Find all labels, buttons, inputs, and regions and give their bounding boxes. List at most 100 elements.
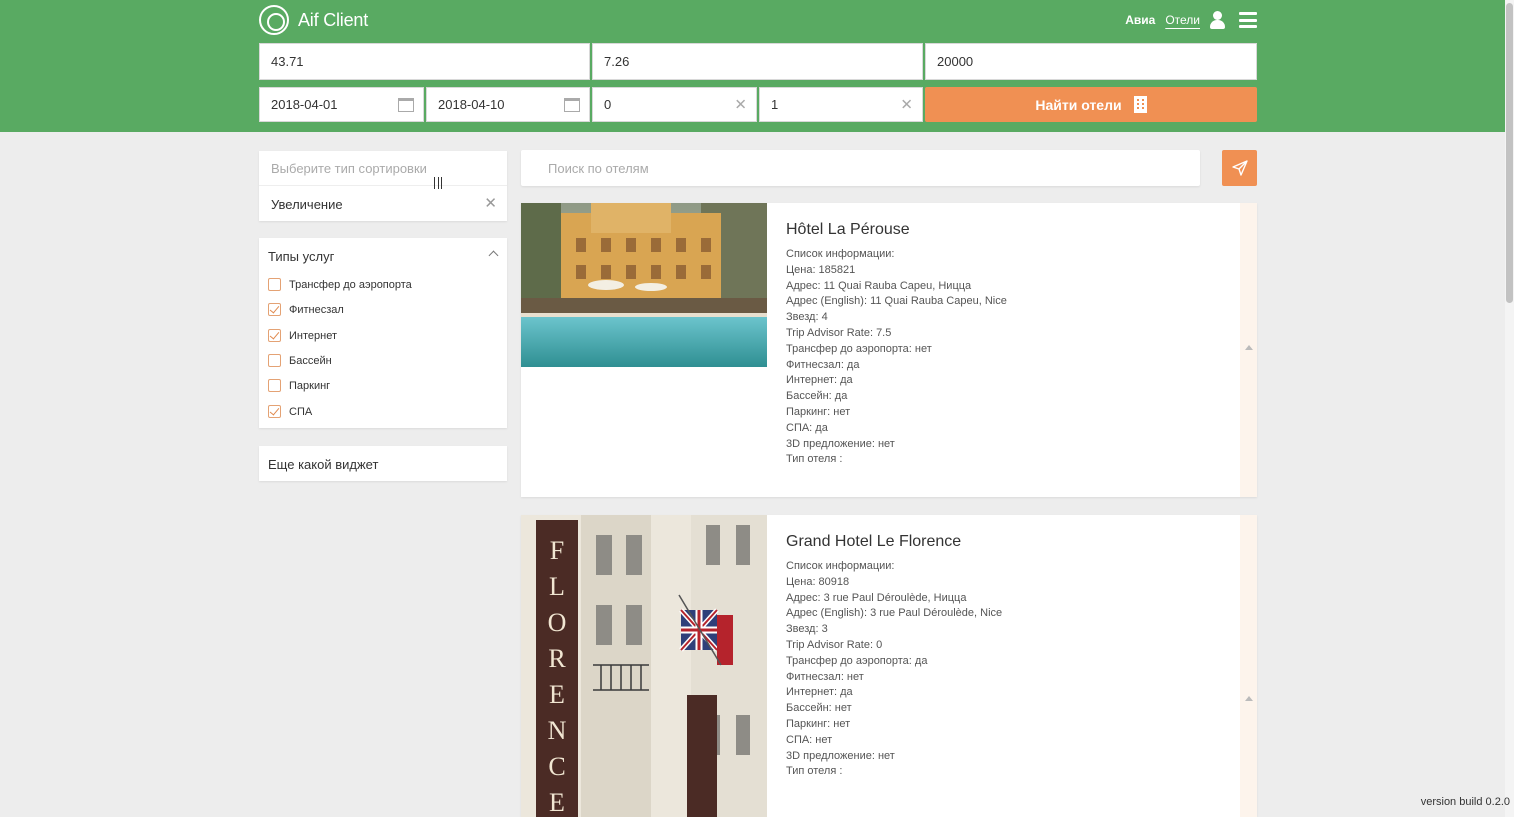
info-line: Тип отеля : bbox=[786, 765, 843, 778]
radius-value: 20000 bbox=[937, 54, 974, 69]
scrollbar-thumb[interactable] bbox=[1506, 3, 1513, 303]
top-header: Aif Client Авиа Отели 43.71 7.26 20000 2… bbox=[0, 0, 1514, 132]
banner-letter: O bbox=[548, 608, 567, 637]
checkbox[interactable] bbox=[268, 354, 281, 367]
children-value: 0 bbox=[604, 97, 612, 112]
hotel-search-placeholder: Поиск по отелям bbox=[548, 160, 649, 176]
info-line: Интернет: да bbox=[786, 374, 853, 387]
service-label: Трансфер до аэропорта bbox=[289, 278, 412, 291]
clear-icon[interactable]: ✕ bbox=[734, 97, 747, 112]
info-line: Интернет: да bbox=[786, 686, 853, 699]
app-name: Aif Client bbox=[298, 9, 369, 30]
info-line: Фитнесзал: да bbox=[786, 358, 860, 371]
radius-input[interactable]: 20000 bbox=[925, 43, 1257, 80]
banner-letter: E bbox=[549, 680, 565, 709]
banner-letter: E bbox=[549, 788, 565, 817]
find-hotels-label: Найти отели bbox=[1035, 96, 1122, 113]
info-line: СПА: да bbox=[786, 421, 828, 434]
sort-placeholder: Выберите тип сортировки bbox=[271, 161, 427, 176]
hotel-photo[interactable]: F L O R E N C E bbox=[521, 515, 767, 817]
service-checkbox-transfer[interactable]: Трансфер до аэропорта bbox=[268, 278, 412, 291]
info-line: Трансфер до аэропорта: нет bbox=[786, 342, 932, 355]
banner-letter: R bbox=[548, 644, 566, 673]
extra-widget[interactable]: Еще какой виджет bbox=[259, 446, 507, 481]
service-label: Фитнесзал bbox=[289, 303, 344, 316]
hotel-card[interactable]: F L O R E N C E Grand Hotel Le Florence … bbox=[521, 515, 1257, 817]
top-nav: Авиа Отели bbox=[1125, 11, 1257, 29]
checkbox[interactable] bbox=[268, 379, 281, 392]
info-line: Trip Advisor Rate: 7.5 bbox=[786, 326, 892, 339]
children-input[interactable]: 0 ✕ bbox=[592, 87, 757, 122]
sort-value: Увеличение bbox=[271, 197, 343, 212]
banner-letter: L bbox=[549, 572, 565, 601]
latitude-input[interactable]: 43.71 bbox=[259, 43, 590, 80]
find-hotels-button[interactable]: Найти отели bbox=[925, 87, 1257, 122]
hotel-name[interactable]: Grand Hotel Le Florence bbox=[786, 533, 961, 551]
adults-input[interactable]: 1 ✕ bbox=[759, 87, 923, 122]
hotel-info-list: Список информации: Цена: 80918 Адрес: 3 … bbox=[786, 559, 1002, 780]
checkbox[interactable] bbox=[268, 405, 281, 418]
logo-icon bbox=[259, 5, 289, 35]
info-line: Трансфер до аэропорта: да bbox=[786, 654, 928, 667]
page-scrollbar[interactable] bbox=[1505, 0, 1514, 817]
calendar-icon[interactable] bbox=[564, 97, 580, 112]
service-checkbox-spa[interactable]: СПА bbox=[268, 405, 312, 418]
hamburger-menu-icon[interactable] bbox=[1239, 12, 1257, 28]
info-line: Бассейн: да bbox=[786, 390, 848, 403]
longitude-input[interactable]: 7.26 bbox=[592, 43, 923, 80]
longitude-value: 7.26 bbox=[604, 54, 630, 69]
nav-hotels-link[interactable]: Отели bbox=[1165, 13, 1200, 27]
send-button[interactable] bbox=[1222, 150, 1257, 186]
hotel-photo[interactable] bbox=[521, 203, 767, 367]
service-checkbox-parking[interactable]: Паркинг bbox=[268, 379, 330, 392]
service-label: Бассейн bbox=[289, 354, 332, 367]
service-checkbox-internet[interactable]: Интернет bbox=[268, 329, 337, 342]
info-line: Бассейн: нет bbox=[786, 702, 852, 715]
calendar-icon[interactable] bbox=[398, 97, 414, 112]
hotel-name[interactable]: Hôtel La Pérouse bbox=[786, 221, 910, 239]
sort-select[interactable]: Выберите тип сортировки Увеличение ✕ bbox=[259, 151, 507, 221]
service-checkbox-fitness[interactable]: Фитнесзал bbox=[268, 303, 344, 316]
chevron-up-icon[interactable] bbox=[488, 250, 499, 261]
info-line: Список информации: bbox=[786, 248, 895, 260]
info-line: СПА: нет bbox=[786, 733, 833, 746]
info-line: 3D предложение: нет bbox=[786, 749, 895, 762]
info-line: Цена: 185821 bbox=[786, 263, 856, 276]
hotel-search-input[interactable]: Поиск по отелям bbox=[521, 150, 1200, 186]
card-scroll-rail[interactable] bbox=[1240, 515, 1257, 817]
adults-value: 1 bbox=[771, 97, 779, 112]
clear-icon[interactable]: ✕ bbox=[484, 194, 497, 212]
hotel-card[interactable]: Hôtel La Pérouse Список информации: Цена… bbox=[521, 203, 1257, 497]
date-from-input[interactable]: 2018-04-01 bbox=[259, 87, 424, 122]
date-from-value: 2018-04-01 bbox=[271, 97, 338, 112]
date-to-value: 2018-04-10 bbox=[438, 97, 505, 112]
info-line: Список информации: bbox=[786, 560, 895, 572]
nav-avia-link[interactable]: Авиа bbox=[1125, 13, 1155, 27]
banner-letter: F bbox=[550, 536, 564, 565]
app-logo[interactable]: Aif Client bbox=[259, 5, 368, 35]
scroll-up-icon[interactable] bbox=[1245, 345, 1253, 350]
clear-icon[interactable]: ✕ bbox=[900, 97, 913, 112]
latitude-value: 43.71 bbox=[271, 54, 304, 69]
service-checkbox-pool[interactable]: Бассейн bbox=[268, 354, 332, 367]
checkbox[interactable] bbox=[268, 329, 281, 342]
info-line: Фитнесзал: нет bbox=[786, 670, 864, 683]
info-line: Цена: 80918 bbox=[786, 575, 850, 588]
divider bbox=[259, 185, 507, 186]
services-filter: Типы услуг Трансфер до аэропорта Фитнесз… bbox=[259, 238, 507, 428]
info-line: Адрес (English): 3 rue Paul Déroulède, N… bbox=[786, 607, 1003, 620]
info-line: Тип отеля : bbox=[786, 453, 843, 466]
checkbox[interactable] bbox=[268, 278, 281, 291]
banner-letter: N bbox=[548, 716, 567, 745]
user-icon[interactable] bbox=[1210, 11, 1225, 29]
date-to-input[interactable]: 2018-04-10 bbox=[426, 87, 590, 122]
info-line: Адрес: 3 rue Paul Déroulède, Ницца bbox=[786, 591, 967, 604]
info-line: Паркинг: нет bbox=[786, 405, 851, 418]
info-line: Trip Advisor Rate: 0 bbox=[786, 638, 883, 651]
scroll-up-icon[interactable] bbox=[1245, 696, 1253, 701]
services-title: Типы услуг bbox=[268, 249, 335, 264]
card-scroll-rail[interactable] bbox=[1240, 203, 1257, 497]
info-line: Звезд: 3 bbox=[786, 623, 828, 636]
checkbox[interactable] bbox=[268, 303, 281, 316]
info-line: Паркинг: нет bbox=[786, 717, 851, 730]
